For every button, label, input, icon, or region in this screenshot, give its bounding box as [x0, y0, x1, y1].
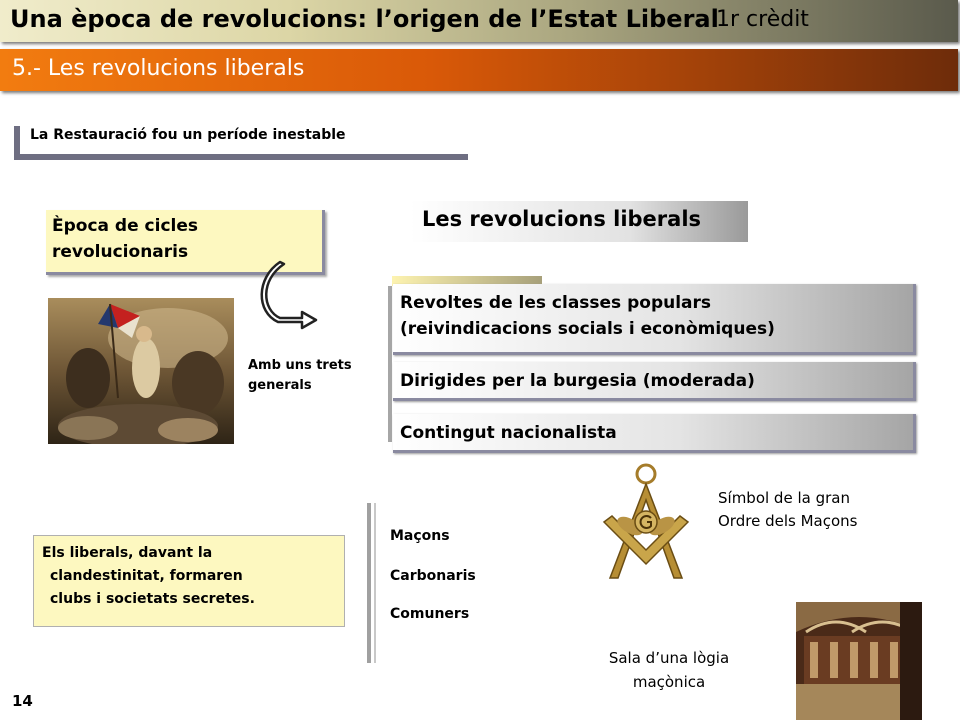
- liberals-line-1: Els liberals, davant la: [42, 545, 213, 561]
- liberty-painting-image: [48, 298, 234, 444]
- slide-title: Una època de revolucions: l’origen de l’…: [10, 5, 719, 33]
- societies-line-secondary: [374, 503, 376, 663]
- list-item-line: Revoltes de les classes populars: [400, 293, 712, 313]
- epoca-line-1: Època de cicles: [52, 216, 199, 236]
- section-title: 5.- Les revolucions liberals: [12, 56, 305, 81]
- liberals-text: Els liberals, davant la clandestinitat, …: [42, 542, 255, 611]
- list-item: Dirigides per la burgesia (moderada): [400, 371, 755, 391]
- traits-label: Amb uns trets generals: [248, 356, 352, 396]
- hall-caption-line-1: Sala d’una lògia: [608, 649, 730, 667]
- subtitle-bracket-horizontal: [14, 154, 468, 160]
- symbol-caption: Símbol de la gran Ordre dels Maçons: [718, 487, 857, 533]
- society-item: Carbonaris: [390, 568, 476, 584]
- subtitle: La Restauració fou un període inestable: [30, 127, 346, 143]
- curved-arrow-icon: [260, 260, 318, 330]
- epoca-text: Època de cicles revolucionaris: [52, 213, 198, 265]
- liberals-line-3: clubs i societats secretes.: [50, 591, 255, 607]
- society-item: Comuners: [390, 606, 470, 622]
- symbol-caption-line-1: Símbol de la gran: [718, 489, 850, 507]
- list-item: Contingut nacionalista: [400, 423, 617, 443]
- society-item: Maçons: [390, 528, 450, 544]
- lodge-hall-image: [796, 602, 922, 720]
- epoca-line-2: revolucionaris: [52, 242, 189, 262]
- masonic-symbol-image: [590, 460, 702, 586]
- list-item-line: (reivindicacions socials i econòmiques): [400, 319, 775, 339]
- heading: Les revolucions liberals: [422, 207, 702, 231]
- societies-line: [367, 503, 371, 663]
- page-number: 14: [12, 692, 33, 710]
- symbol-caption-line-2: Ordre dels Maçons: [718, 512, 858, 530]
- hall-caption-line-2: maçònica: [632, 673, 706, 691]
- credit-label: 1r crèdit: [716, 7, 809, 32]
- list-vertical-line: [388, 286, 392, 442]
- traits-line-2: generals: [248, 378, 312, 393]
- hall-caption: Sala d’una lògia maçònica: [584, 646, 754, 694]
- traits-line-1: Amb uns trets: [248, 358, 352, 373]
- list-item: Revoltes de les classes populars (reivin…: [400, 290, 775, 342]
- liberals-line-2: clandestinitat, formaren: [50, 568, 243, 584]
